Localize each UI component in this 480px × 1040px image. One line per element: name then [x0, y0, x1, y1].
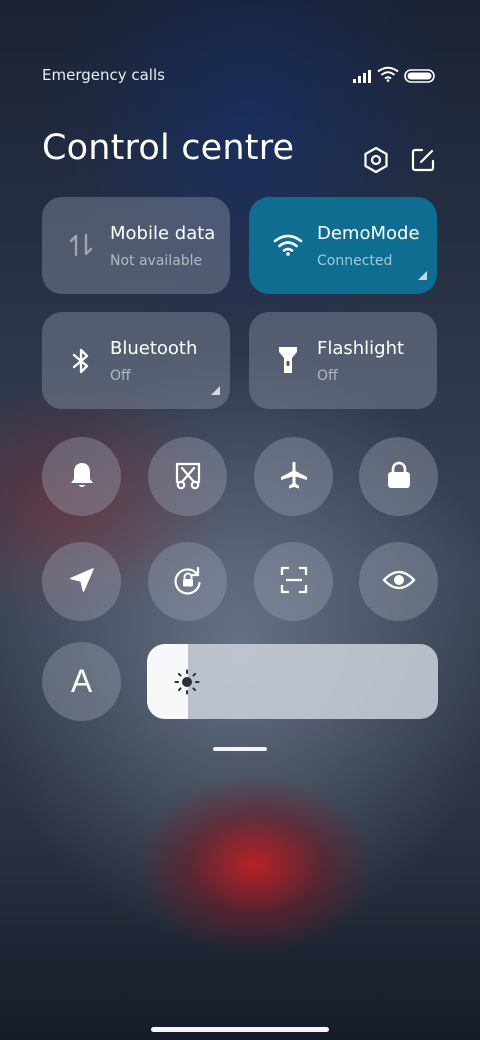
- lock-icon: [385, 460, 413, 494]
- eye-icon: [381, 568, 416, 596]
- tile-flashlight[interactable]: Flashlight Off: [249, 312, 437, 409]
- reading-mode-toggle[interactable]: [359, 542, 438, 621]
- expand-corner-icon[interactable]: [418, 271, 427, 280]
- wifi-icon: [273, 230, 303, 260]
- wifi-status-icon: [377, 66, 399, 86]
- mobile-data-arrows-icon: [66, 230, 96, 260]
- page-title: Control centre: [42, 128, 295, 168]
- tile-sub-wifi: Connected: [317, 253, 393, 269]
- tile-mobile-data[interactable]: Mobile data Not available: [42, 197, 230, 294]
- airplane-icon: [279, 460, 309, 494]
- screenshot-cut-icon: [173, 460, 203, 494]
- tile-sub-bluetooth: Off: [110, 368, 131, 384]
- tile-sub-mobile-data: Not available: [110, 253, 203, 269]
- tile-label-wifi: DemoMode: [317, 223, 420, 244]
- bell-icon: [68, 460, 96, 494]
- tile-label-flashlight: Flashlight: [317, 338, 405, 359]
- status-emergency-text: Emergency calls o: [42, 66, 168, 84]
- bluetooth-icon: [66, 346, 96, 376]
- edit-icon[interactable]: [408, 145, 438, 175]
- tile-label-bluetooth: Bluetooth: [110, 338, 198, 359]
- rotation-lock-icon: [172, 564, 204, 600]
- settings-hexagon-icon[interactable]: [361, 145, 391, 175]
- signal-icon: [352, 68, 374, 87]
- scanner-toggle[interactable]: [254, 542, 333, 621]
- flashlight-icon: [273, 345, 303, 375]
- rotation-lock-toggle[interactable]: [148, 542, 227, 621]
- expand-corner-icon[interactable]: [211, 386, 220, 395]
- location-toggle[interactable]: [42, 542, 121, 621]
- scan-icon: [279, 565, 309, 599]
- tile-bluetooth[interactable]: Bluetooth Off: [42, 312, 230, 409]
- sun-icon: [174, 669, 200, 699]
- auto-brightness-toggle[interactable]: A: [42, 642, 121, 721]
- tile-sub-flashlight: Off: [317, 368, 338, 384]
- drag-handle[interactable]: [213, 747, 267, 751]
- screen-lock-toggle[interactable]: [359, 437, 438, 516]
- battery-icon: [404, 68, 436, 87]
- silent-toggle[interactable]: [42, 437, 121, 516]
- tile-label-mobile-data: Mobile data: [110, 223, 216, 244]
- tile-wifi[interactable]: DemoMode Connected: [249, 197, 437, 294]
- brightness-slider[interactable]: [147, 644, 438, 719]
- home-indicator[interactable]: [151, 1027, 329, 1032]
- location-arrow-icon: [68, 566, 96, 598]
- airplane-mode-toggle[interactable]: [254, 437, 333, 516]
- auto-brightness-label: A: [70, 663, 93, 699]
- screenshot-toggle[interactable]: [148, 437, 227, 516]
